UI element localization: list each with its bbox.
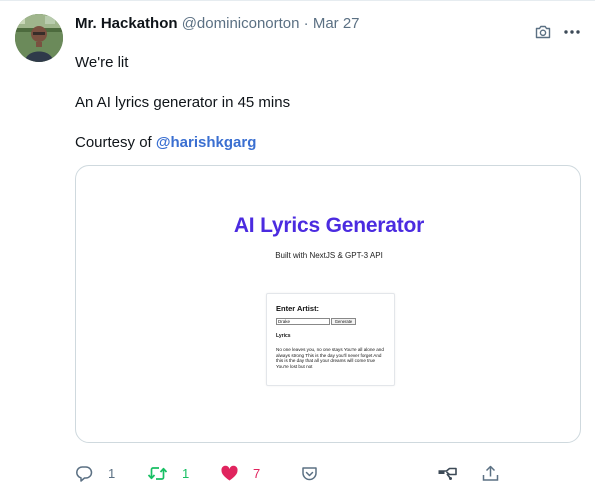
save-button[interactable] bbox=[300, 463, 319, 483]
retweet-count: 1 bbox=[182, 465, 190, 481]
camera-icon[interactable] bbox=[534, 23, 552, 41]
retweet-button[interactable]: 1 bbox=[147, 463, 189, 483]
generator-form: Enter Artist: Drake Generate Lyrics No o… bbox=[266, 293, 395, 386]
reply-button[interactable]: 1 bbox=[75, 463, 115, 483]
mention-link[interactable]: @harishkgarg bbox=[156, 134, 257, 151]
heart-icon bbox=[221, 465, 238, 480]
form-label: Enter Artist: bbox=[276, 304, 320, 313]
tweet-date[interactable]: Mar 27 bbox=[313, 15, 360, 32]
top-divider bbox=[0, 0, 595, 1]
card-title: AI Lyrics Generator bbox=[233, 214, 425, 237]
courtesy-prefix: Courtesy of bbox=[75, 134, 156, 151]
lyrics-label: Lyrics bbox=[276, 333, 291, 339]
like-button[interactable]: 7 bbox=[220, 463, 260, 483]
tweet-line-2: An AI lyrics generator in 45 mins bbox=[75, 94, 291, 111]
generate-button: Generate bbox=[331, 318, 356, 325]
artist-input: Drake bbox=[276, 318, 330, 325]
like-count: 7 bbox=[253, 465, 261, 481]
reply-icon bbox=[76, 465, 93, 482]
promote-button[interactable] bbox=[437, 463, 458, 483]
author-name[interactable]: Mr. Hackathon bbox=[75, 15, 178, 32]
lyrics-output: No one leaves you, no one stays You're a… bbox=[276, 347, 384, 369]
promote-icon bbox=[438, 467, 457, 480]
tweet-line-1: We're lit bbox=[75, 54, 129, 71]
tweet-header: Mr. Hackathon @dominiconorton · Mar 27 bbox=[75, 15, 360, 33]
share-icon bbox=[482, 465, 499, 481]
more-icon[interactable] bbox=[562, 23, 582, 41]
author-handle[interactable]: @dominiconorton bbox=[182, 15, 300, 32]
header-separator: · bbox=[303, 15, 309, 32]
card-subtitle: Built with NextJS & GPT-3 API bbox=[275, 251, 383, 260]
retweet-icon bbox=[147, 466, 168, 480]
media-card[interactable]: AI Lyrics Generator Built with NextJS & … bbox=[75, 165, 581, 443]
avatar[interactable] bbox=[15, 14, 63, 62]
save-icon bbox=[302, 466, 317, 480]
tweet-courtesy: Courtesy of @harishkgarg bbox=[75, 134, 256, 152]
reply-count: 1 bbox=[108, 465, 116, 481]
share-button[interactable] bbox=[481, 463, 500, 483]
